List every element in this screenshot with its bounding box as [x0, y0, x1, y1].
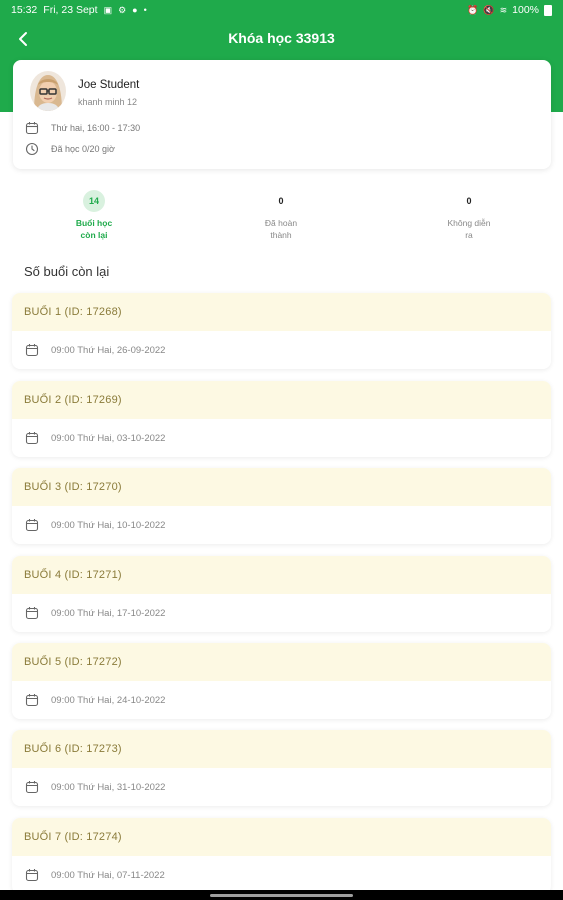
session-title: BUỔI 4 (ID: 17271) — [12, 556, 551, 594]
calendar-icon — [25, 519, 39, 532]
student-name: Joe Student — [78, 79, 140, 91]
cancelled-label: Không diễn ra — [447, 218, 491, 240]
settings-icon: ⚙ — [118, 4, 127, 15]
wifi-icon: ≋ — [499, 4, 508, 15]
session-time: 09:00 Thứ Hai, 10-10-2022 — [51, 519, 166, 531]
dot-icon: • — [143, 4, 147, 15]
calendar-icon — [25, 122, 39, 135]
status-bar: 15:32 Fri, 23 Sept ▣ ⚙ ● • ⏰ 🔇 ≋ 100% — [0, 0, 563, 20]
completed-count: 0 — [278, 196, 284, 206]
tab-cancelled-sessions[interactable]: 0 Không diễn ra — [429, 190, 509, 241]
session-title: BUỔI 2 (ID: 17269) — [12, 381, 551, 419]
completed-label: Đã hoàn thành — [264, 218, 298, 240]
remaining-count: 14 — [83, 190, 105, 212]
session-title: BUỔI 1 (ID: 17268) — [12, 293, 551, 331]
session-card[interactable]: BUỔI 4 (ID: 17271) 09:00 Thứ Hai, 17-10-… — [12, 556, 551, 632]
session-card[interactable]: BUỔI 5 (ID: 17272) 09:00 Thứ Hai, 24-10-… — [12, 643, 551, 719]
session-time: 09:00 Thứ Hai, 31-10-2022 — [51, 781, 166, 793]
session-card[interactable]: BUỔI 1 (ID: 17268) 09:00 Thứ Hai, 26-09-… — [12, 293, 551, 369]
battery-icon — [544, 4, 552, 16]
session-title: BUỔI 3 (ID: 17270) — [12, 468, 551, 506]
tab-remaining-sessions[interactable]: 14 Buổi học còn lại — [54, 190, 134, 241]
calendar-icon — [25, 432, 39, 445]
session-card[interactable]: BUỔI 3 (ID: 17270) 09:00 Thứ Hai, 10-10-… — [12, 468, 551, 544]
system-nav-bar — [0, 890, 563, 900]
schedule-row: Thứ hai, 16:00 - 17:30 — [25, 121, 140, 135]
cancelled-count: 0 — [466, 196, 472, 206]
session-title: BUỔI 6 (ID: 17273) — [12, 730, 551, 768]
home-indicator[interactable] — [210, 894, 353, 897]
status-date: Fri, 23 Sept — [43, 4, 98, 16]
session-time: 09:00 Thứ Hai, 03-10-2022 — [51, 432, 166, 444]
alarm-icon: ⏰ — [467, 4, 479, 15]
session-card[interactable]: BUỔI 7 (ID: 17274) 09:00 Thứ Hai, 07-11-… — [12, 818, 551, 894]
calendar-icon — [25, 694, 39, 707]
session-title: BUỔI 5 (ID: 17272) — [12, 643, 551, 681]
battery-percent: 100% — [512, 4, 539, 16]
tab-completed-sessions[interactable]: 0 Đã hoàn thành — [241, 190, 321, 241]
student-card: Joe Student khanh minh 12 Thứ hai, 16:00… — [13, 60, 551, 169]
shield-icon: ● — [132, 4, 138, 15]
session-stats-tabs: 14 Buổi học còn lại 0 Đã hoàn thành 0 Kh… — [0, 190, 563, 246]
mute-icon: 🔇 — [483, 4, 495, 15]
student-subtitle: khanh minh 12 — [78, 97, 138, 107]
calendar-icon — [25, 781, 39, 794]
calendar-icon — [25, 869, 39, 882]
session-time: 09:00 Thứ Hai, 26-09-2022 — [51, 344, 166, 356]
calendar-icon — [25, 344, 39, 357]
clock-icon — [25, 142, 39, 156]
progress-text: Đã học 0/20 giờ — [51, 144, 115, 154]
session-card[interactable]: BUỔI 6 (ID: 17273) 09:00 Thứ Hai, 31-10-… — [12, 730, 551, 806]
session-card[interactable]: BUỔI 2 (ID: 17269) 09:00 Thứ Hai, 03-10-… — [12, 381, 551, 457]
session-title: BUỔI 7 (ID: 17274) — [12, 818, 551, 856]
progress-row: Đã học 0/20 giờ — [25, 142, 115, 156]
section-title: Số buổi còn lại — [24, 264, 110, 279]
session-time: 09:00 Thứ Hai, 17-10-2022 — [51, 607, 166, 619]
session-time: 09:00 Thứ Hai, 24-10-2022 — [51, 694, 166, 706]
schedule-text: Thứ hai, 16:00 - 17:30 — [51, 123, 141, 133]
avatar — [30, 71, 66, 111]
page-title: Khóa học 33913 — [228, 30, 335, 46]
gallery-icon: ▣ — [103, 4, 113, 15]
remaining-label: Buổi học còn lại — [75, 218, 113, 240]
calendar-icon — [25, 607, 39, 620]
session-time: 09:00 Thứ Hai, 07-11-2022 — [51, 869, 165, 881]
status-time: 15:32 — [11, 4, 38, 16]
